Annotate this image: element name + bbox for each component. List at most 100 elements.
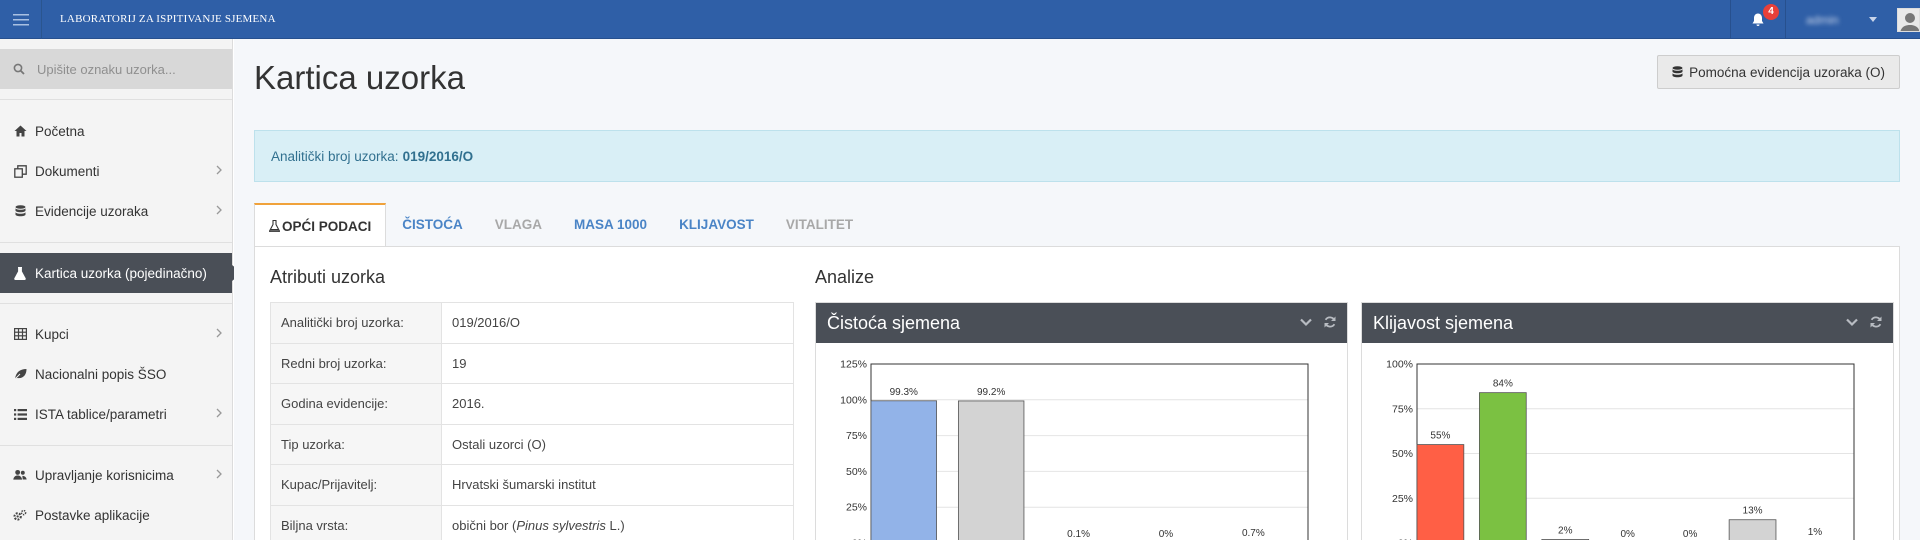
germination-chart-title: Klijavost sjemena — [1373, 312, 1514, 333]
caret-down-icon — [1868, 17, 1877, 22]
y-tick-label: 100% — [840, 394, 867, 406]
help-records-button[interactable]: Pomoćna evidencija uzoraka (O) — [1657, 55, 1900, 89]
attribute-key: Tip uzorka: — [270, 423, 442, 465]
data-label: 2% — [1558, 525, 1573, 536]
sidebar-item-label: Dokumenti — [35, 163, 100, 179]
notifications-button[interactable]: 4 — [1730, 0, 1785, 39]
tab-label: VITALITET — [785, 217, 854, 232]
user-menu[interactable]: admin — [1785, 0, 1920, 39]
bar — [1728, 519, 1777, 540]
species-suffix: L.) — [605, 517, 625, 533]
sidebar-item-sample-records[interactable]: Evidencije uzoraka — [0, 191, 232, 231]
purity-bar-chart: 0%25%50%75%100%125%99.3%99.2%0.1%0%0.7% — [840, 359, 1309, 540]
table-row: Analitički broj uzorka: 019/2016/O — [270, 302, 794, 344]
sample-number-alert: Analitički broj uzorka: 019/2016/O — [254, 130, 1900, 182]
leaf-icon — [13, 367, 27, 381]
table-row: Kupac/Prijavitelj: Hrvatski šumarski inst… — [270, 464, 794, 506]
sidebar-item-ista-tables[interactable]: ISTA tablice/parametri — [0, 394, 232, 434]
database-icon — [1672, 65, 1683, 77]
sidebar-item-label: Početna — [35, 123, 85, 139]
sidebar-item-label: Postavke aplikacije — [35, 507, 150, 523]
species-latin-name: Pinus sylvestris — [516, 517, 606, 533]
sidebar-item-app-settings[interactable]: Postavke aplikacije — [0, 495, 232, 535]
refresh-icon[interactable] — [1323, 315, 1337, 329]
tab-label: OPĆI PODACI — [282, 218, 372, 234]
y-tick-label: 25% — [1392, 493, 1413, 505]
tab-purity[interactable]: ČISTOĆA — [386, 203, 479, 246]
alert-value: 019/2016/O — [402, 148, 474, 164]
tab-label: VLAGA — [494, 217, 543, 232]
attributes-table: Analitički broj uzorka: 019/2016/O Redni … — [270, 302, 794, 540]
y-tick-label: 50% — [846, 466, 867, 478]
chevron-down-icon[interactable] — [1299, 315, 1313, 329]
purity-chart-widget: Čistoća sjemena 0% 25% 50% 75% 100% 125% 99.3%… — [815, 302, 1348, 540]
data-label: 0.1% — [1067, 529, 1090, 540]
data-label: 1% — [1808, 527, 1823, 538]
attribute-key: Godina evidencije: — [270, 383, 442, 425]
sidebar-toggle-button[interactable] — [0, 0, 42, 39]
attribute-key: Redni broj uzorka: — [270, 342, 442, 384]
table-row: Tip uzorka: Ostali uzorci (O) — [270, 423, 794, 465]
search-icon — [13, 63, 25, 75]
chevron-right-icon — [216, 205, 222, 215]
tab-label: KLIJAVOST — [679, 217, 754, 232]
sidebar: Početna Dokumenti Evidencije uzoraka Kar… — [0, 39, 242, 540]
sample-search-input[interactable] — [37, 61, 227, 77]
sidebar-item-home[interactable]: Početna — [0, 111, 232, 151]
refresh-icon[interactable] — [1869, 315, 1883, 329]
y-tick-label: 25% — [846, 502, 867, 514]
y-tick-label: 100% — [1386, 359, 1413, 371]
chevron-down-icon[interactable] — [1845, 315, 1859, 329]
sample-tabs: OPĆI PODACI ČISTOĆA VLAGA MASA 1000 KLIJ… — [254, 203, 869, 247]
attribute-key: Analitički broj uzorka: — [270, 302, 442, 344]
tab-moisture[interactable]: VLAGA — [479, 203, 558, 246]
home-icon — [13, 124, 27, 138]
table-row: Godina evidencije: 2016. — [270, 383, 794, 425]
chevron-right-icon — [216, 469, 222, 479]
germination-bar-chart: 0%25%50%75%100%55%84%2%0%0%13%1% — [1386, 359, 1855, 540]
user-name: admin — [1806, 12, 1839, 27]
sidebar-item-label: Evidencije uzoraka — [35, 203, 149, 219]
tab-germination[interactable]: KLIJAVOST — [663, 203, 770, 246]
tab-general[interactable]: OPĆI PODACI — [254, 203, 387, 247]
bar — [870, 400, 937, 540]
sample-search — [0, 49, 232, 89]
main-content: Kartica uzorka Pomoćna evidencija uzorak… — [234, 39, 1920, 540]
data-label: 55% — [1430, 431, 1450, 442]
data-label: 13% — [1743, 506, 1763, 517]
help-button-label: Pomoćna evidencija uzoraka (O) — [1689, 64, 1885, 80]
data-label: 0% — [1159, 529, 1174, 540]
cogs-icon — [13, 508, 27, 522]
sidebar-item-label: Nacionalni popis ŠSO — [35, 366, 167, 382]
attribute-value: Ostali uzorci (O) — [441, 423, 794, 465]
attribute-value: 2016. — [441, 383, 794, 425]
purity-chart-title: Čistoća sjemena — [827, 312, 961, 333]
sidebar-item-documents[interactable]: Dokumenti — [0, 151, 232, 191]
hamburger-icon — [12, 13, 29, 25]
sidebar-item-national-list[interactable]: Nacionalni popis ŠSO — [0, 354, 232, 394]
sidebar-item-sample-card[interactable]: Kartica uzorka (pojedinačno) — [0, 253, 242, 293]
avatar — [1896, 7, 1920, 32]
attributes-title: Atributi uzorka — [270, 267, 386, 287]
data-label: 99.3% — [890, 387, 918, 398]
attribute-value: Hrvatski šumarski institut — [441, 464, 794, 506]
general-data-panel: Atributi uzorka Analitički broj uzorka: 0… — [254, 246, 1900, 540]
bar — [1479, 392, 1527, 540]
database-icon — [13, 204, 27, 218]
flask-icon — [269, 220, 280, 232]
sidebar-item-label: Upravljanje korisnicima — [35, 467, 174, 483]
users-icon — [13, 468, 27, 482]
data-label: 99.2% — [977, 387, 1005, 398]
attribute-key: Kupac/Prijavitelj: — [270, 464, 442, 506]
data-label: 0% — [1620, 529, 1635, 540]
sidebar-item-customers[interactable]: Kupci — [0, 314, 232, 354]
sidebar-item-user-management[interactable]: Upravljanje korisnicima — [0, 455, 232, 495]
tab-mass-1000[interactable]: MASA 1000 — [558, 203, 663, 246]
sidebar-item-label: ISTA tablice/parametri — [35, 406, 167, 422]
y-tick-label: 50% — [1392, 448, 1413, 460]
y-tick-label: 125% — [840, 359, 867, 371]
list-icon — [13, 407, 27, 421]
attribute-key: Biljna vrsta: — [270, 504, 442, 540]
tab-label: ČISTOĆA — [402, 217, 463, 232]
tab-vitality[interactable]: VITALITET — [770, 203, 869, 246]
